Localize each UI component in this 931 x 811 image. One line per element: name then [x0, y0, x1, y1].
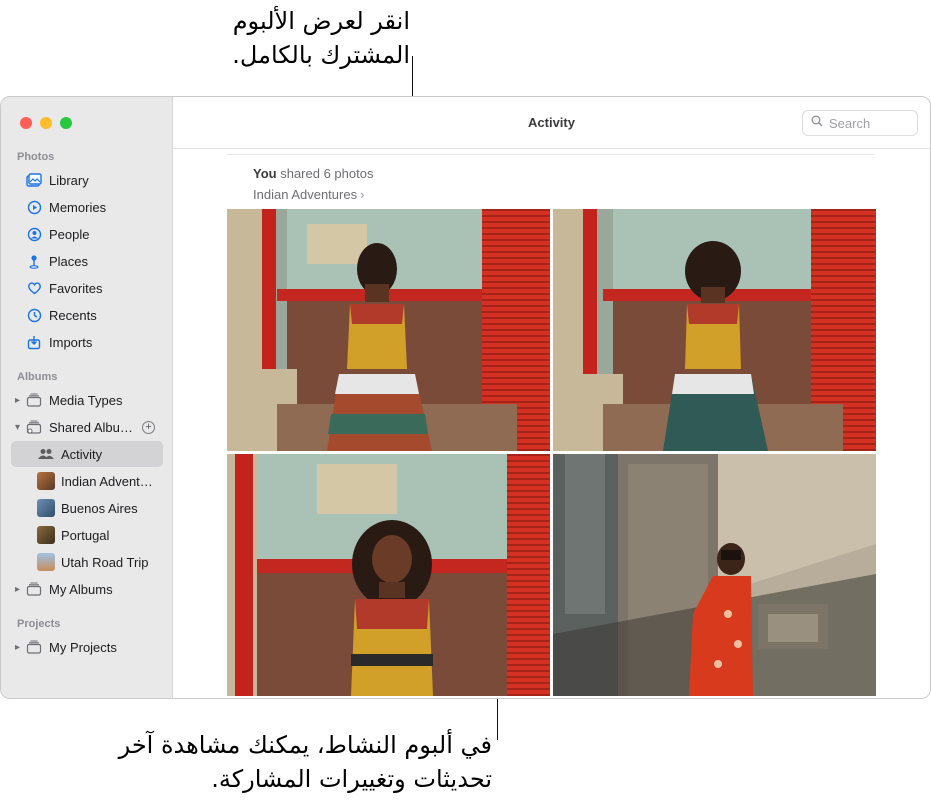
sidebar-item-label: Library: [49, 172, 89, 188]
photo-thumbnail[interactable]: [553, 454, 876, 696]
toolbar: Activity: [173, 97, 930, 149]
memories-icon: [25, 198, 43, 216]
minimize-window-button[interactable]: [40, 117, 52, 129]
sidebar-item-indian-adventures[interactable]: Indian Advent…: [11, 468, 163, 494]
feed-divider: [227, 154, 874, 155]
sidebar: Photos Library Memories People Places Fa…: [1, 97, 173, 698]
album-thumbnail: [37, 499, 55, 517]
sidebar-item-buenos-aires[interactable]: Buenos Aires: [11, 495, 163, 521]
folder-stack-icon: [25, 580, 43, 598]
album-thumbnail: [37, 472, 55, 490]
sidebar-item-memories[interactable]: Memories: [11, 194, 163, 220]
photo-grid: [227, 209, 876, 697]
sidebar-item-label: Media Types: [49, 392, 123, 408]
activity-action: shared 6 photos: [280, 166, 374, 181]
section-label-projects: Projects: [17, 618, 61, 630]
sidebar-item-label: My Projects: [49, 639, 117, 655]
sidebar-item-label: Recents: [49, 307, 97, 323]
people-icon: [25, 225, 43, 243]
sidebar-item-label: My Albums: [49, 581, 113, 597]
sidebar-item-label: People: [49, 226, 90, 242]
photo-thumbnail[interactable]: [227, 209, 550, 451]
sidebar-item-shared-albums[interactable]: ▾ Shared Albu… +: [11, 414, 163, 440]
sidebar-item-places[interactable]: Places: [11, 248, 163, 274]
sidebar-item-label: Imports: [49, 334, 93, 350]
sidebar-item-label: Buenos Aires: [61, 500, 138, 516]
sidebar-item-people[interactable]: People: [11, 221, 163, 247]
album-link-label: Indian Adventures: [253, 187, 358, 202]
chevron-down-icon[interactable]: ▾: [15, 422, 20, 433]
sidebar-item-portugal[interactable]: Portugal: [11, 522, 163, 548]
sidebar-item-label: Portugal: [61, 527, 110, 543]
chevron-right-icon[interactable]: ▸: [15, 395, 20, 406]
sidebar-item-label: Activity: [61, 446, 103, 462]
clock-icon: [25, 306, 43, 324]
main-content: Activity You shared 6 photos Indian Adve…: [173, 97, 930, 698]
shared-album-link[interactable]: Indian Adventures ›: [253, 187, 364, 202]
shared-folder-icon: [25, 418, 43, 436]
sidebar-item-recents[interactable]: Recents: [11, 302, 163, 328]
sidebar-item-label: Utah Road Trip: [61, 554, 149, 570]
activity-actor: You: [253, 166, 277, 181]
close-window-button[interactable]: [20, 117, 32, 129]
callout-activity-album: في ألبوم النشاط، يمكنك مشاهدة آخر تحديثا…: [118, 731, 492, 793]
sidebar-item-label: Indian Advent…: [61, 473, 153, 489]
zoom-window-button[interactable]: [60, 117, 72, 129]
callout-view-shared-album: انقر لعرض الألبوم المشترك بالكامل.: [232, 7, 410, 69]
sidebar-item-media-types[interactable]: ▸ Media Types: [11, 387, 163, 413]
sidebar-item-label: Favorites: [49, 280, 103, 296]
folder-stack-icon: [25, 391, 43, 409]
section-label-albums: Albums: [17, 371, 58, 383]
people-group-icon: [37, 445, 55, 463]
chevron-right-icon: ›: [360, 187, 365, 202]
sidebar-item-activity[interactable]: Activity: [11, 441, 163, 467]
section-label-photos: Photos: [17, 151, 55, 163]
chevron-right-icon[interactable]: ▸: [15, 642, 20, 653]
sidebar-item-label: Places: [49, 253, 89, 269]
sidebar-item-utah-road-trip[interactable]: Utah Road Trip: [11, 549, 163, 575]
folder-stack-icon: [25, 638, 43, 656]
photos-window: Photos Library Memories People Places Fa…: [0, 96, 931, 699]
sidebar-item-label: Memories: [49, 199, 107, 215]
photo-thumbnail[interactable]: [553, 209, 876, 451]
search-icon: [811, 114, 823, 132]
album-thumbnail: [37, 526, 55, 544]
search-input[interactable]: [829, 115, 909, 131]
photo-thumbnail[interactable]: [227, 454, 550, 696]
sidebar-item-label: Shared Albu…: [49, 419, 133, 435]
activity-summary: You shared 6 photos: [253, 166, 373, 181]
add-shared-album-button[interactable]: +: [142, 420, 155, 434]
sidebar-item-library[interactable]: Library: [11, 167, 163, 193]
heart-icon: [25, 279, 43, 297]
album-thumbnail: [37, 553, 55, 571]
chevron-right-icon[interactable]: ▸: [15, 584, 20, 595]
sidebar-item-favorites[interactable]: Favorites: [11, 275, 163, 301]
search-field[interactable]: [802, 110, 918, 136]
import-icon: [25, 333, 43, 351]
places-icon: [25, 252, 43, 270]
sidebar-item-my-projects[interactable]: ▸ My Projects: [11, 634, 163, 660]
sidebar-item-my-albums[interactable]: ▸ My Albums: [11, 576, 163, 602]
library-icon: [25, 171, 43, 189]
sidebar-item-imports[interactable]: Imports: [11, 329, 163, 355]
